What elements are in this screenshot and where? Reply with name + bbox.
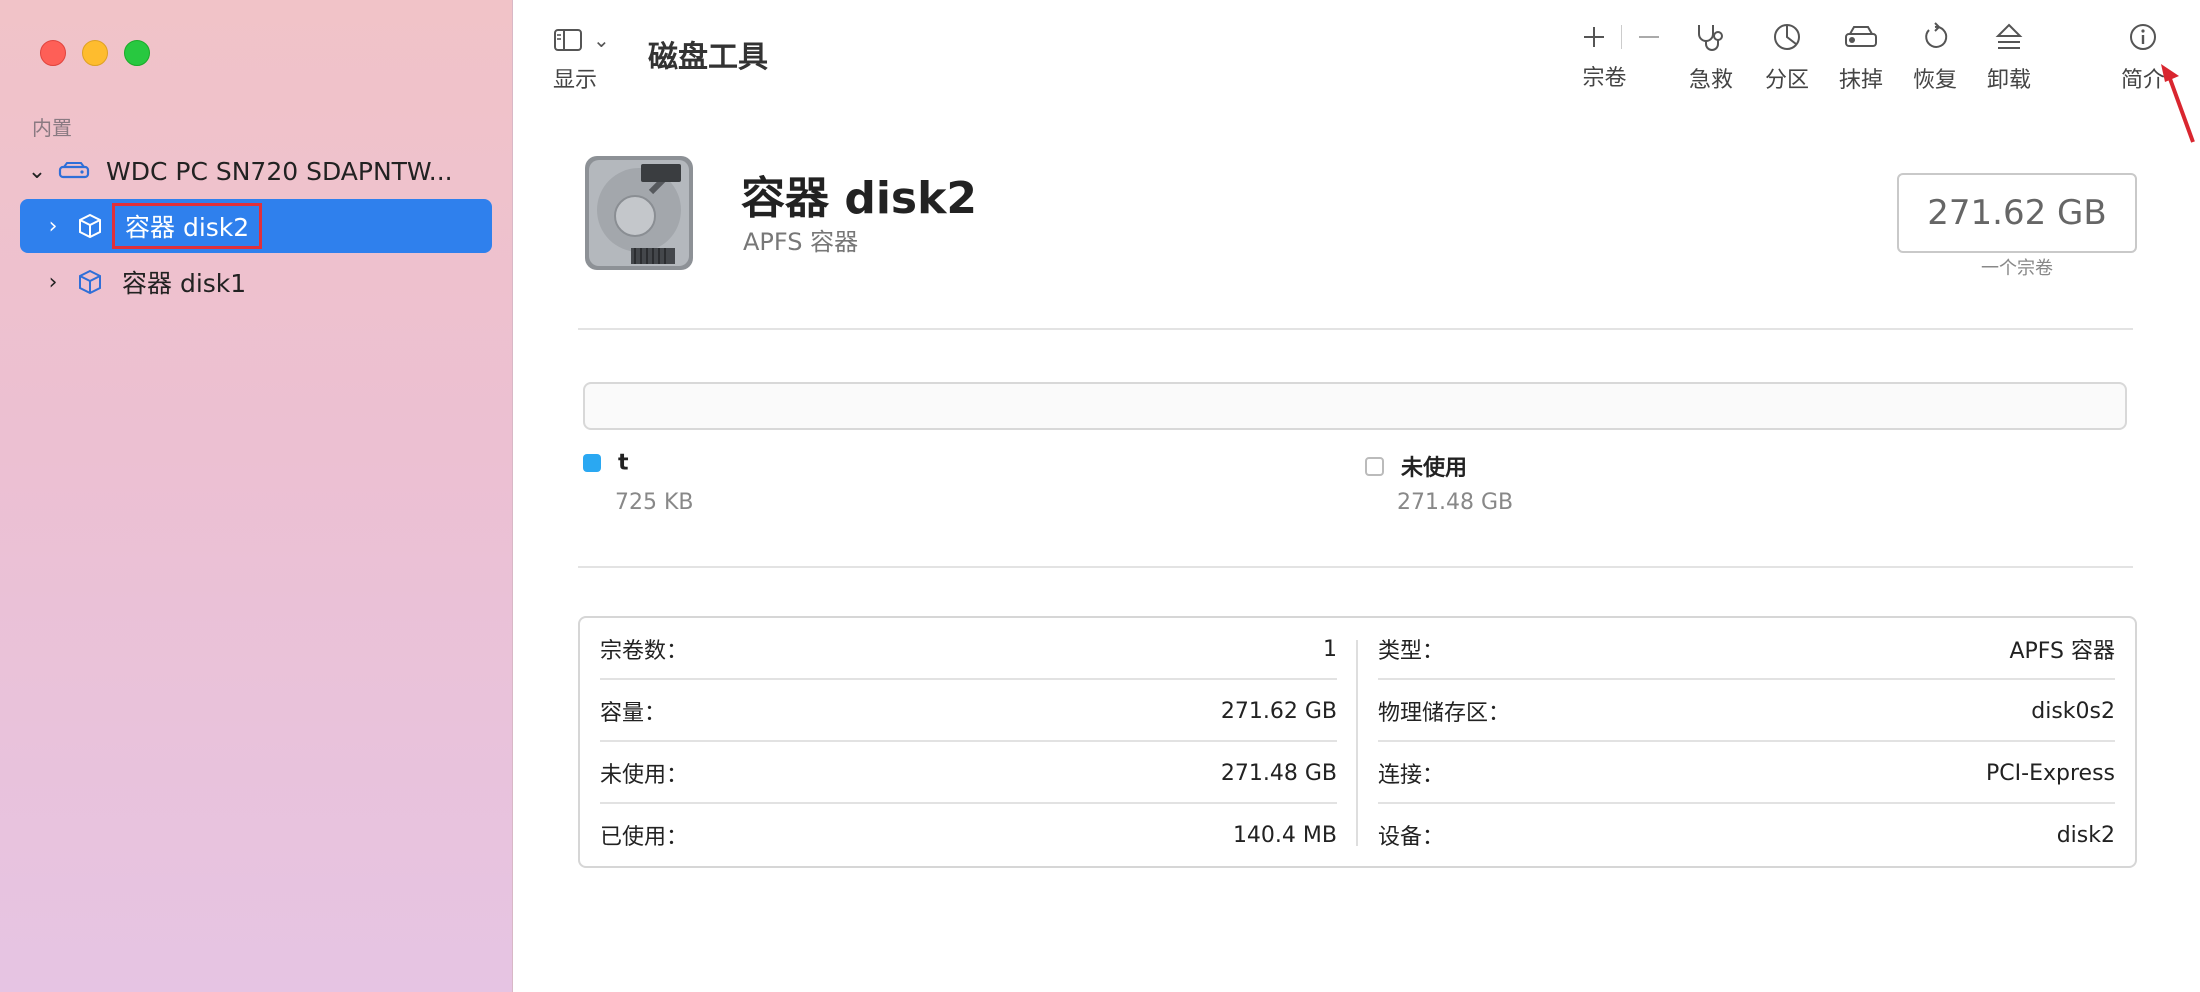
usage-legend-item: t 725 KB xyxy=(583,450,694,515)
partition-button[interactable]: 分区 xyxy=(1765,22,1809,94)
eject-icon xyxy=(1995,23,2023,49)
info-label: 未使用： xyxy=(600,763,689,788)
container-cube-icon xyxy=(70,268,110,296)
first-aid-label: 急救 xyxy=(1689,68,1734,93)
usage-legend-item: 未使用 271.48 GB xyxy=(1365,450,1513,515)
divider xyxy=(578,566,2133,568)
info-row: 宗卷数： 1 xyxy=(600,618,1337,680)
pie-chart-icon xyxy=(1774,24,1800,50)
chevron-right-icon[interactable]: › xyxy=(36,214,70,239)
zoom-window-button[interactable] xyxy=(124,40,150,66)
info-value: 271.48 GB xyxy=(1220,760,1337,786)
erase-button[interactable]: 抹掉 xyxy=(1839,22,1883,94)
volume-subtitle: APFS 容器 xyxy=(743,228,859,256)
close-window-button[interactable] xyxy=(40,40,66,66)
window-controls xyxy=(40,40,150,66)
annotation-arrow-icon xyxy=(2161,64,2195,143)
chevron-down-icon[interactable]: ⌄ xyxy=(20,159,54,184)
info-row: 类型： APFS 容器 xyxy=(1378,618,2115,680)
info-table: 宗卷数： 1 容量： 271.62 GB 未使用： 271.48 GB 已使用：… xyxy=(578,616,2137,868)
erase-label: 抹掉 xyxy=(1839,68,1884,93)
info-icon xyxy=(2130,24,2156,50)
container-cube-icon xyxy=(70,212,110,240)
usage-bar xyxy=(583,382,2127,430)
internal-drive-icon xyxy=(54,161,94,181)
info-row: 连接： PCI-Express xyxy=(1378,742,2115,804)
plus-icon[interactable] xyxy=(1581,24,1607,50)
sidebar-container-label: 容器 disk1 xyxy=(122,269,247,298)
info-label: 设备： xyxy=(1378,825,1445,850)
usage-item-name: t xyxy=(618,450,629,476)
sidebar: 内置 ⌄ WDC PC SN720 SDAPNTW... › 容器 disk2 … xyxy=(0,0,513,992)
info-value: 1 xyxy=(1323,636,1337,662)
view-label: 显示 xyxy=(553,68,598,93)
stethoscope-icon xyxy=(1698,25,1723,51)
divider xyxy=(578,328,2133,330)
restore-button[interactable]: 恢复 xyxy=(1913,22,1957,94)
hard-disk-icon xyxy=(585,156,693,270)
usage-swatch xyxy=(583,454,601,472)
chevron-down-icon: ⌄ xyxy=(593,28,610,52)
info-row: 未使用： 271.48 GB xyxy=(600,742,1337,804)
usage-item-value: 271.48 GB xyxy=(1397,490,1514,515)
column-divider xyxy=(1356,640,1358,846)
info-label: 类型： xyxy=(1378,639,1445,664)
sidebar-item-container-disk2[interactable]: › 容器 disk2 xyxy=(20,199,492,253)
unmount-label: 卸载 xyxy=(1987,68,2032,93)
info-label: 容量： xyxy=(600,701,667,726)
sidebar-disk-label: WDC PC SN720 SDAPNTW... xyxy=(106,156,453,186)
partition-label: 分区 xyxy=(1765,68,1810,93)
info-value: 140.4 MB xyxy=(1232,822,1337,848)
info-value: APFS 容器 xyxy=(2009,639,2115,664)
info-label: 连接： xyxy=(1378,763,1445,788)
chevron-right-icon[interactable]: › xyxy=(36,270,70,295)
erase-drive-icon xyxy=(1845,26,1877,47)
sidebar-toggle-icon xyxy=(554,29,582,51)
info-row: 容量： 271.62 GB xyxy=(600,680,1337,742)
minus-icon[interactable] xyxy=(1636,24,1662,50)
sidebar-item-container-disk1[interactable]: › 容器 disk1 xyxy=(20,255,492,309)
info-value: PCI-Express xyxy=(1986,760,2115,786)
unmount-button[interactable]: 卸载 xyxy=(1987,22,2031,94)
restore-arrow-icon xyxy=(1925,22,1948,48)
sidebar-section-label: 内置 xyxy=(32,116,72,140)
info-value: disk0s2 xyxy=(2031,698,2115,724)
main-panel: ⌄ 显示 磁盘工具 宗卷 急救 分区 抹掉 恢复 卸载 简介 容器 disk2 … xyxy=(513,0,2200,992)
capacity-box: 271.62 GB xyxy=(1897,173,2137,253)
info-label: 已使用： xyxy=(600,825,689,850)
usage-item-name: 未使用 xyxy=(1401,456,1468,481)
info-value: disk2 xyxy=(2056,822,2115,848)
info-row: 设备： disk2 xyxy=(1378,804,2115,866)
restore-label: 恢复 xyxy=(1913,68,1958,93)
info-row: 物理储存区： disk0s2 xyxy=(1378,680,2115,742)
capacity-caption: 一个宗卷 xyxy=(1981,258,2053,279)
volume-add-remove: 宗卷 xyxy=(1581,24,1662,92)
volume-name: 容器 disk2 xyxy=(741,173,977,224)
usage-swatch xyxy=(1365,456,1384,476)
info-value: 271.62 GB xyxy=(1220,698,1337,724)
info-row: 已使用： 140.4 MB xyxy=(600,804,1337,866)
sidebar-item-disk[interactable]: ⌄ WDC PC SN720 SDAPNTW... xyxy=(20,144,492,198)
first-aid-button[interactable]: 急救 xyxy=(1689,22,1733,94)
view-menu-button[interactable]: ⌄ 显示 xyxy=(553,28,610,94)
sidebar-container-label: 容器 disk2 xyxy=(112,203,263,249)
app-title: 磁盘工具 xyxy=(648,40,768,75)
volume-label: 宗卷 xyxy=(1582,66,1627,91)
usage-item-value: 725 KB xyxy=(615,490,694,515)
minimize-window-button[interactable] xyxy=(82,40,108,66)
info-label: 宗卷数： xyxy=(600,639,689,664)
info-label: 物理储存区： xyxy=(1378,701,1511,726)
